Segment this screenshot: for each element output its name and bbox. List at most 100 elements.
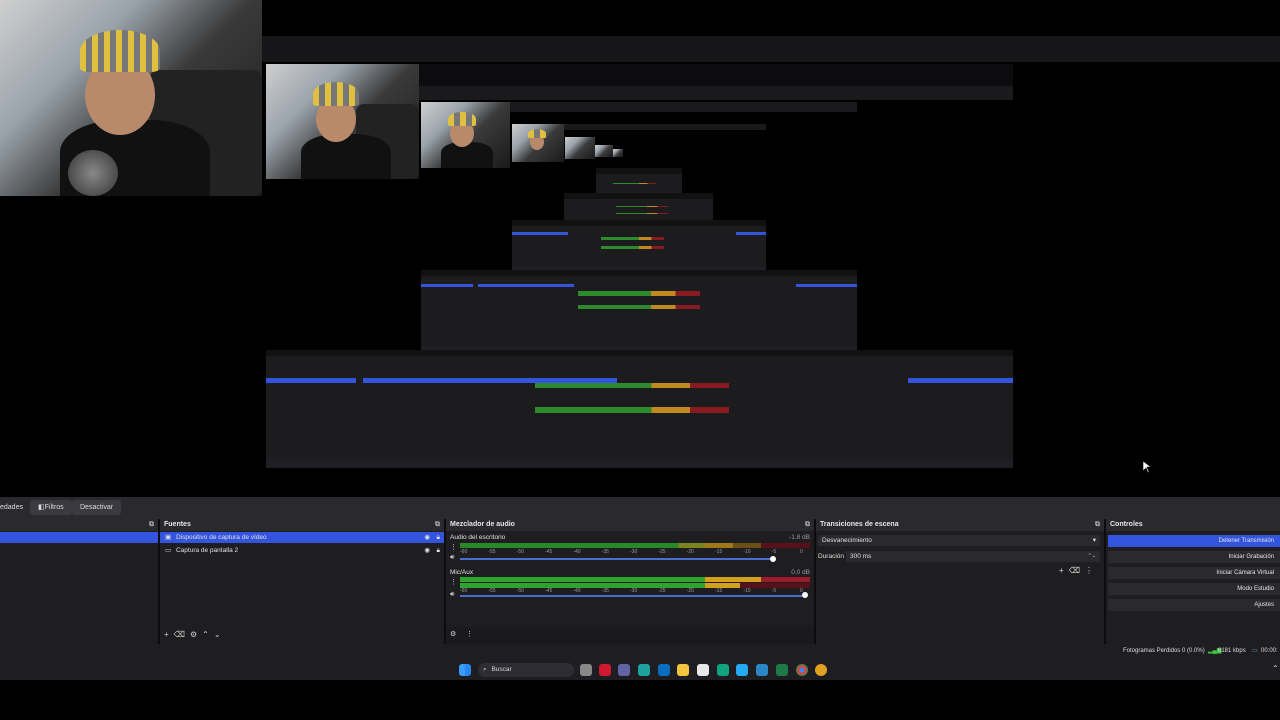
nested-strip-1 (419, 64, 1013, 86)
mixer-footer: ⚙ ⋮ (446, 627, 814, 644)
meter-tick-label: -25 (658, 588, 666, 594)
meter-tick-label: -35 (601, 588, 609, 594)
meter-tick-label: -45 (545, 549, 553, 555)
trash-icon[interactable]: ⌫ (1069, 566, 1085, 575)
volume-slider-handle[interactable] (770, 556, 776, 562)
lock-icon[interactable]: 🔒︎ (437, 545, 440, 556)
add-icon[interactable]: + (164, 630, 174, 639)
obs-icon[interactable] (815, 664, 827, 676)
nested-strip-3 (510, 102, 857, 112)
app2-icon[interactable] (756, 664, 768, 676)
volume-icon[interactable]: 🔊︎ (450, 591, 454, 599)
beanie (80, 30, 160, 72)
meter-tick-label: -55 (488, 549, 496, 555)
chevron-up-icon[interactable]: ⌃ (1272, 664, 1279, 673)
volume-slider-handle[interactable] (802, 592, 808, 598)
vscode-icon[interactable] (736, 664, 748, 676)
meter-tick-label: -60 (460, 549, 468, 555)
menu-icon[interactable]: ⋮ (1085, 566, 1098, 575)
volume-slider[interactable] (460, 595, 806, 597)
nested-obs-5 (596, 168, 682, 196)
dock-undock-icon[interactable]: ⧉ (149, 519, 154, 531)
outlook-icon[interactable] (658, 664, 670, 676)
meter-tick-label: -40 (573, 588, 581, 594)
folder-icon[interactable] (677, 664, 689, 676)
trash-icon[interactable]: ⌫ (174, 630, 190, 639)
filter-icon: ◧ (38, 504, 45, 511)
nested-webcam-2 (421, 102, 510, 168)
audio-meter (460, 577, 810, 582)
search-label: Buscar (491, 666, 512, 673)
deactivate-button[interactable]: Desactivar (72, 500, 122, 515)
meter-tick-label: -15 (715, 549, 723, 555)
nested-webcam-4 (565, 137, 595, 159)
source-item-label: Dispositivo de captura de vídeo (175, 534, 267, 541)
source-item[interactable]: ▭ Captura de pantalla 2 ◉ 🔒︎ (160, 545, 444, 556)
meter-tick-label: -20 (686, 549, 694, 555)
dock-undock-icon[interactable]: ⧉ (1095, 519, 1100, 531)
dock-undock-icon[interactable]: ⧉ (435, 519, 440, 531)
meter-tick-label: -15 (715, 588, 723, 594)
scene-item-selected[interactable] (0, 532, 158, 543)
properties-button[interactable]: edades (0, 500, 31, 515)
meter-tick-label: -55 (488, 588, 496, 594)
channel-menu-icon[interactable]: ⋮ (450, 578, 457, 586)
start-recording-button[interactable]: Iniciar Grabación (1108, 551, 1280, 563)
bitrate: 6181 kbps (1218, 648, 1246, 654)
filters-label: Filtros (44, 504, 64, 511)
edge-icon[interactable] (638, 664, 650, 676)
windows-taskbar: ⌕ Buscar ⌃ (0, 660, 1280, 680)
transitions-title: Transiciones de escena (820, 521, 899, 528)
stream-icon: ▭ (1252, 648, 1258, 654)
volume-slider[interactable] (460, 558, 772, 560)
teams-icon[interactable] (618, 664, 630, 676)
chevron-down-icon: ▾ (1092, 537, 1096, 544)
spinner-icon[interactable]: ⌃⌄ (1088, 551, 1096, 562)
scene-transitions-panel: Transiciones de escena ⧉ Desvanecimiento … (816, 519, 1106, 644)
scenes-header: ⧉ (0, 519, 158, 531)
start-virtual-camera-button[interactable]: Iniciar Cámara Virtual (1108, 567, 1280, 579)
duration-input[interactable]: 300 ms ⌃⌄ (846, 551, 1100, 562)
meter-tick-label: -50 (516, 588, 524, 594)
camera-icon: ▣ (165, 534, 172, 541)
meter-tick-label: -5 (771, 588, 777, 594)
excel-icon[interactable] (776, 664, 788, 676)
stream-time: 00:00: (1261, 648, 1278, 654)
nested-obs-1 (266, 350, 1013, 491)
filters-button[interactable]: ◧Filtros (30, 500, 72, 515)
audio-meter-level (460, 543, 733, 548)
gear-icon[interactable]: ⚙ (190, 630, 202, 639)
app-icon[interactable] (599, 664, 611, 676)
transition-select[interactable]: Desvanecimiento ▾ (818, 535, 1100, 546)
nested-strip-4 (564, 124, 766, 130)
store-icon[interactable] (697, 664, 709, 676)
chrome-icon[interactable] (796, 664, 808, 676)
menu-icon[interactable]: ⋮ (466, 630, 473, 638)
channel-name: Audio del escritorio (450, 534, 506, 541)
channel-menu-icon[interactable]: ⋮ (450, 543, 457, 551)
meter-tick-label: 0 (800, 549, 803, 555)
gear-icon[interactable]: ⚙ (450, 630, 456, 638)
taskbar-search[interactable]: ⌕ Buscar (478, 663, 574, 677)
source-item[interactable]: ▣ Dispositivo de captura de vídeo ◉ 🔒︎ (160, 532, 444, 543)
meter-tick-label: -5 (771, 549, 777, 555)
eye-icon[interactable]: ◉ (424, 532, 430, 543)
meter-tick-label: -10 (743, 588, 751, 594)
meter-tick-label: -35 (601, 549, 609, 555)
stop-streaming-button[interactable]: Detener Transmisión (1108, 535, 1280, 547)
down-icon[interactable]: ⌄ (214, 630, 226, 639)
studio-mode-button[interactable]: Modo Estudio (1108, 583, 1280, 595)
task-view-icon[interactable] (580, 664, 592, 676)
chatgpt-icon[interactable] (717, 664, 729, 676)
settings-button[interactable]: Ajustes (1108, 599, 1280, 611)
eye-icon[interactable]: ◉ (424, 545, 430, 556)
windows-start-icon[interactable] (459, 664, 471, 676)
meter-tick-label: -50 (516, 549, 524, 555)
lock-icon[interactable]: 🔒︎ (437, 532, 440, 543)
volume-icon[interactable]: 🔊︎ (450, 554, 454, 562)
dock-undock-icon[interactable]: ⧉ (805, 519, 810, 531)
transition-select-value: Desvanecimiento (822, 537, 872, 544)
source-item-label: Captura de pantalla 2 (175, 547, 239, 554)
up-icon[interactable]: ⌃ (202, 630, 214, 639)
add-icon[interactable]: + (1059, 566, 1069, 575)
